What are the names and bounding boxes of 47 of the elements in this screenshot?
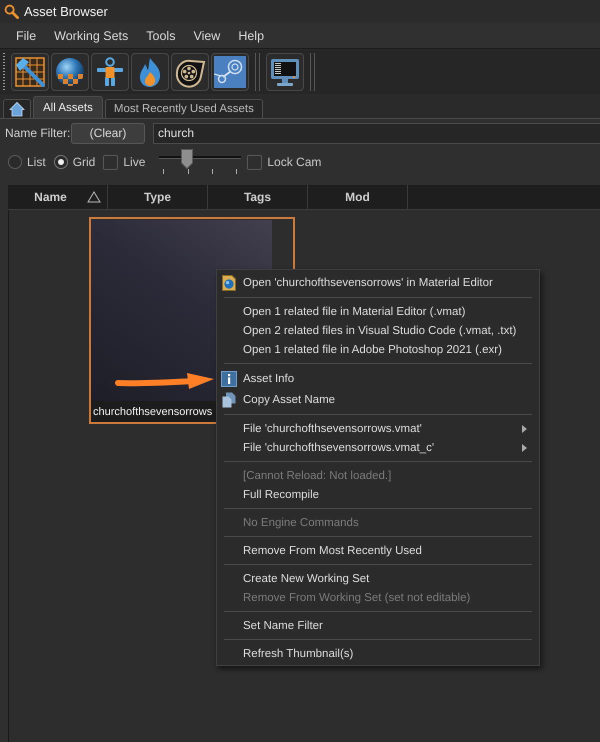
home-tab[interactable] [3,99,31,118]
view-mode-radio[interactable]: List [8,155,46,169]
window-title: Asset Browser [24,4,108,19]
view-mode-radio[interactable]: Grid [54,155,96,169]
toolbar-button[interactable] [211,52,249,90]
column-header[interactable]: Mod [308,185,408,209]
context-menu-item[interactable]: Remove From Most Recently Used [217,541,539,560]
tab[interactable]: All Assets [33,96,103,118]
tab[interactable]: Most Recently Used Assets [104,99,263,118]
context-menu-item[interactable]: Full Recompile [217,485,539,504]
column-header[interactable]: Type [108,185,208,209]
context-menu-item[interactable]: File 'churchofthsevensorrows.vmat_c' [217,438,539,457]
menu-item[interactable]: File [7,26,46,46]
menu-item[interactable]: Tools [137,26,184,46]
toolbar-button[interactable] [91,52,129,90]
toolbar-button[interactable] [171,52,209,90]
figure-icon [94,56,126,88]
menu-item[interactable]: Working Sets [45,26,138,46]
filter-label: Name Filter: [5,126,71,140]
toolbar-button[interactable] [131,52,169,90]
lock-cam-checkbox[interactable]: Lock Cam [247,154,322,170]
search-icon [4,4,19,19]
live-checkbox[interactable]: Live [103,154,146,170]
toolbar-button[interactable] [11,52,49,90]
name-filter-field[interactable]: church [153,122,600,144]
column-header[interactable]: Tags [208,185,308,209]
clear-button[interactable]: (Clear) [71,122,145,144]
home-icon [9,101,25,117]
context-menu-item[interactable]: Refresh Thumbnail(s) [217,644,539,663]
hammer-grid-icon [14,56,46,88]
copy-icon [221,392,237,408]
sort-arrow-icon [87,191,101,203]
checkered-sphere-icon [54,56,86,88]
piston-icon [214,56,246,88]
context-menu-item[interactable]: Create New Working Set [217,569,539,588]
toolbar-button[interactable] [51,52,89,90]
context-menu-item[interactable]: Set Name Filter [217,616,539,635]
menu-item[interactable]: Help [229,26,274,46]
toolbar-button[interactable] [266,52,304,90]
menu-item[interactable]: View [184,26,230,46]
material-file-icon [221,274,237,290]
submenu-arrow-icon [522,424,527,432]
info-icon [221,370,237,386]
zoom-slider[interactable] [157,149,244,175]
column-header[interactable]: Name [8,185,108,209]
slider-thumb[interactable] [181,149,194,169]
submenu-arrow-icon [522,444,527,452]
